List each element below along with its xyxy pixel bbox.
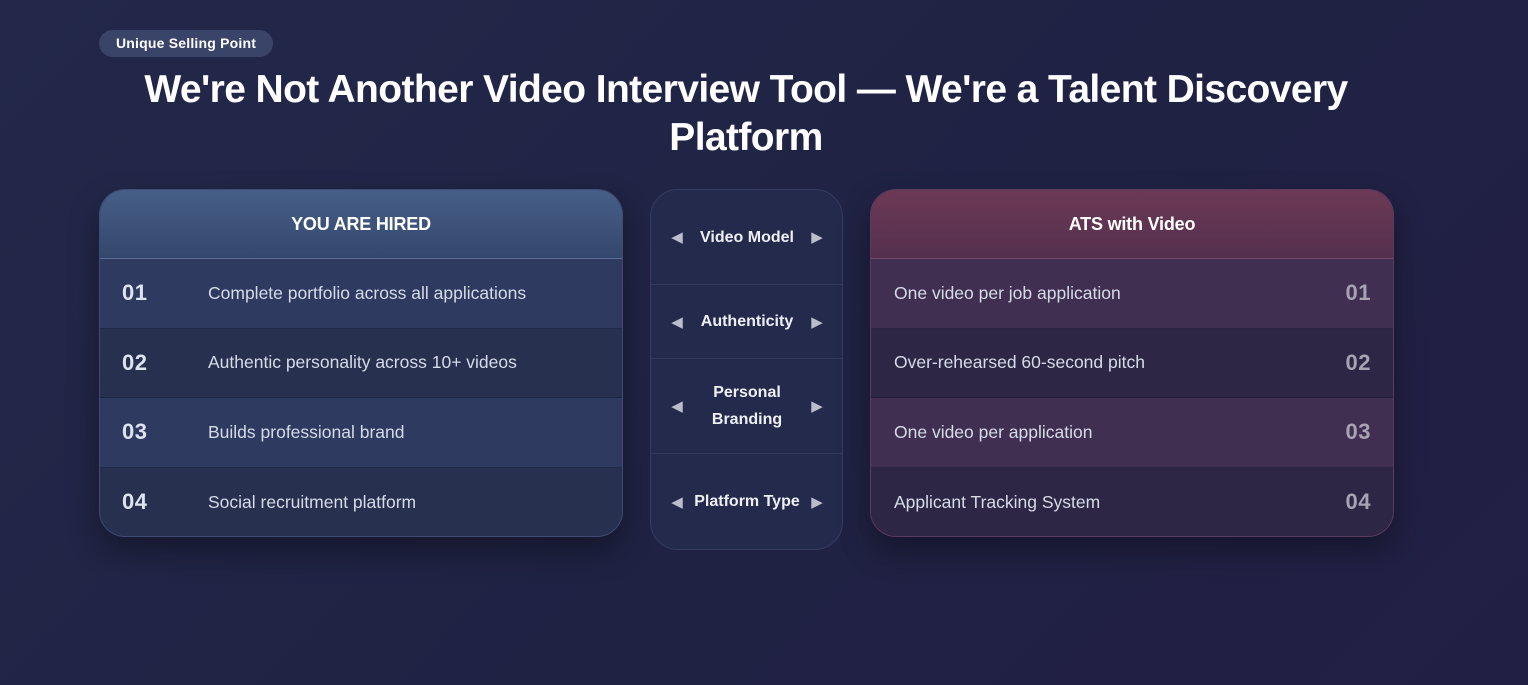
- triangle-right-icon[interactable]: ▶: [810, 397, 824, 415]
- you-are-hired-card: YOU ARE HIRED 01 Complete portfolio acro…: [99, 189, 623, 537]
- row-text: Over-rehearsed 60-second pitch: [894, 352, 1145, 373]
- row-number: 03: [122, 419, 148, 445]
- card-title: YOU ARE HIRED: [100, 190, 622, 259]
- card-title: ATS with Video: [871, 190, 1393, 259]
- comparison-categories: ◀ Video Model ▶ ◀ Authenticity ▶ ◀ Perso…: [650, 189, 843, 550]
- row-text: Complete portfolio across all applicatio…: [208, 282, 527, 303]
- row-text: One video per application: [894, 421, 1093, 442]
- triangle-left-icon[interactable]: ◀: [670, 228, 684, 246]
- category-personal-branding: ◀ Personal Branding ▶: [651, 359, 842, 454]
- list-item: Over-rehearsed 60-second pitch 02: [871, 328, 1393, 398]
- row-number: 04: [122, 489, 148, 515]
- section-badge: Unique Selling Point: [99, 30, 274, 57]
- category-video-model: ◀ Video Model ▶: [651, 190, 842, 285]
- page-title: We're Not Another Video Interview Tool —…: [144, 68, 1348, 159]
- triangle-left-icon[interactable]: ◀: [670, 313, 684, 331]
- category-authenticity: ◀ Authenticity ▶: [651, 285, 842, 359]
- row-text: One video per job application: [894, 282, 1121, 303]
- triangle-left-icon[interactable]: ◀: [670, 397, 684, 415]
- category-label: Authenticity: [700, 313, 794, 330]
- row-number: 04: [1345, 489, 1371, 515]
- list-item: 02 Authentic personality across 10+ vide…: [100, 328, 622, 398]
- triangle-right-icon[interactable]: ▶: [810, 313, 824, 331]
- row-text: Builds professional brand: [208, 421, 405, 442]
- triangle-left-icon[interactable]: ◀: [670, 493, 684, 511]
- category-label: Personal Branding: [711, 384, 783, 428]
- row-number: 01: [122, 280, 148, 306]
- triangle-right-icon[interactable]: ▶: [810, 228, 824, 246]
- list-item: 03 Builds professional brand: [100, 398, 622, 468]
- list-item: Applicant Tracking System 04: [871, 467, 1393, 536]
- category-platform-type: ◀ Platform Type ▶: [651, 454, 842, 549]
- list-item: 04 Social recruitment platform: [100, 467, 622, 536]
- category-label: Platform Type: [694, 493, 800, 510]
- row-number: 02: [1345, 349, 1371, 375]
- row-number: 01: [1345, 280, 1371, 306]
- row-number: 02: [122, 349, 148, 375]
- ats-with-video-card: ATS with Video One video per job applica…: [870, 189, 1394, 537]
- list-item: One video per application 03: [871, 398, 1393, 468]
- category-label: Video Model: [700, 228, 794, 246]
- row-text: Social recruitment platform: [208, 491, 417, 512]
- list-item: One video per job application 01: [871, 259, 1393, 329]
- row-number: 03: [1345, 419, 1371, 445]
- list-item: 01 Complete portfolio across all applica…: [100, 259, 622, 329]
- row-text: Applicant Tracking System: [894, 491, 1101, 512]
- triangle-right-icon[interactable]: ▶: [810, 493, 824, 511]
- row-text: Authentic personality across 10+ videos: [208, 352, 517, 373]
